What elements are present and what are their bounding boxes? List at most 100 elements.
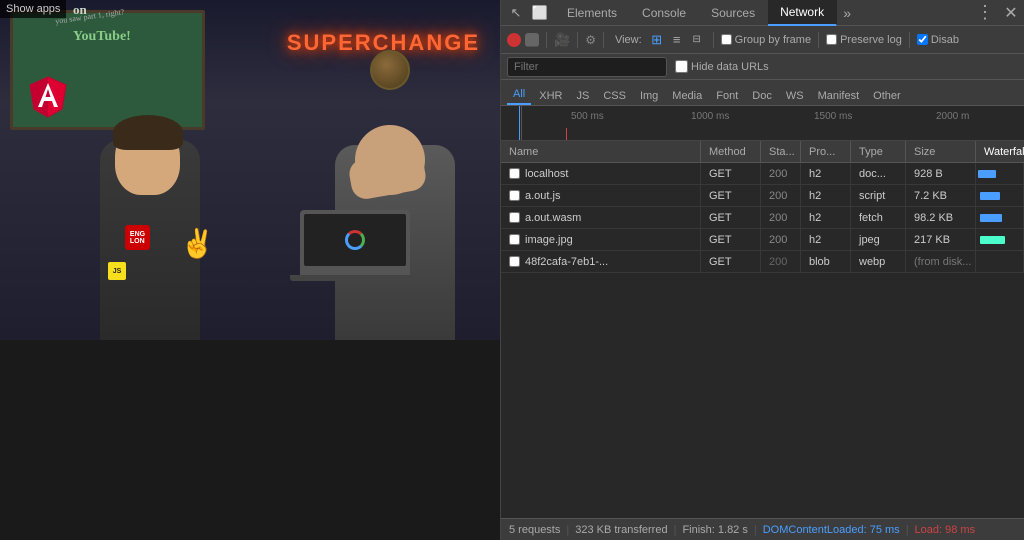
status-finish: Finish: 1.82 s: [682, 524, 747, 536]
waterfall-bar: [980, 214, 1002, 222]
row-checkbox[interactable]: [509, 212, 520, 223]
th-waterfall[interactable]: Waterfall ▲: [976, 141, 1024, 162]
res-tab-ws[interactable]: WS: [780, 87, 810, 105]
tab-network[interactable]: Network: [768, 0, 837, 26]
video-background: Subscribeon YouTube! you saw part 1, rig…: [0, 0, 500, 340]
status-load-time[interactable]: Load: 98 ms: [915, 524, 976, 536]
angular-logo-icon: [28, 75, 68, 119]
res-tab-img[interactable]: Img: [634, 87, 664, 105]
td-size: 217 KB: [906, 229, 976, 250]
td-method: GET: [701, 229, 761, 250]
td-status: 200: [761, 163, 801, 184]
td-type: doc...: [851, 163, 906, 184]
td-name: a.out.wasm: [501, 207, 701, 228]
th-name[interactable]: Name: [501, 141, 701, 162]
more-tabs-icon[interactable]: »: [837, 0, 857, 26]
res-tab-doc[interactable]: Doc: [746, 87, 778, 105]
row-checkbox[interactable]: [509, 256, 520, 267]
timeline-labels: 500 ms 1000 ms 1500 ms 2000 m: [501, 111, 1024, 131]
td-waterfall: [976, 229, 1024, 250]
td-status: 200: [761, 185, 801, 206]
separator-4: [713, 32, 714, 48]
tab-elements[interactable]: Elements: [555, 0, 630, 26]
network-table: Name Method Sta... Pro... Type Size Wate…: [501, 141, 1024, 518]
table-row[interactable]: localhost GET 200 h2 doc... 928 B: [501, 163, 1024, 185]
show-apps-label[interactable]: Show apps: [0, 0, 66, 18]
td-waterfall: [976, 163, 1024, 184]
res-tab-font[interactable]: Font: [710, 87, 744, 105]
status-dom-content-loaded[interactable]: DOMContentLoaded: 75 ms: [763, 524, 900, 536]
preserve-log-input[interactable]: [826, 34, 837, 45]
res-tab-manifest[interactable]: Manifest: [812, 87, 866, 105]
row-checkbox[interactable]: [509, 168, 520, 179]
group-by-frame-input[interactable]: [721, 34, 732, 45]
camera-icon[interactable]: 🎥: [554, 32, 570, 48]
td-method: GET: [701, 185, 761, 206]
table-row[interactable]: a.out.js GET 200 h2 script 7.2 KB: [501, 185, 1024, 207]
td-name: localhost: [501, 163, 701, 184]
td-waterfall: [976, 207, 1024, 228]
timeline-label-500: 500 ms: [571, 111, 604, 122]
devtools-close-icon[interactable]: ✕: [998, 0, 1024, 26]
devtools-left-icons: ↖ ⬜: [501, 2, 555, 24]
divider-2: |: [674, 524, 677, 536]
td-status: 200: [761, 229, 801, 250]
td-size: 98.2 KB: [906, 207, 976, 228]
th-protocol[interactable]: Pro...: [801, 141, 851, 162]
res-tab-media[interactable]: Media: [666, 87, 708, 105]
separator-6: [909, 32, 910, 48]
disable-cache-input[interactable]: [917, 34, 928, 45]
th-type[interactable]: Type: [851, 141, 906, 162]
timeline-marker-blue: [519, 128, 520, 140]
grid-view-icon[interactable]: ⊞: [648, 31, 666, 49]
cursor-icon[interactable]: ↖: [505, 2, 527, 24]
td-type: fetch: [851, 207, 906, 228]
row-checkbox[interactable]: [509, 234, 520, 245]
td-status: 200: [761, 251, 801, 272]
row-name-value: a.out.wasm: [525, 212, 581, 224]
video-bottom-content: [0, 340, 500, 540]
td-type: jpeg: [851, 229, 906, 250]
th-status[interactable]: Sta...: [761, 141, 801, 162]
res-tab-other[interactable]: Other: [867, 87, 907, 105]
td-protocol: h2: [801, 163, 851, 184]
network-toolbar: 🎥 ⚙ View: ⊞ ≡ ⊟ Group by frame Preserve …: [501, 26, 1024, 54]
th-method[interactable]: Method: [701, 141, 761, 162]
status-bar: 5 requests | 323 KB transferred | Finish…: [501, 518, 1024, 540]
table-row[interactable]: image.jpg GET 200 h2 jpeg 217 KB: [501, 229, 1024, 251]
stop-button[interactable]: [525, 33, 539, 47]
record-button[interactable]: [507, 33, 521, 47]
timeline-label-2000: 2000 m: [936, 111, 969, 122]
res-tab-js[interactable]: JS: [570, 87, 595, 105]
table-row[interactable]: 48f2cafa-7eb1-... GET 200 blob webp (fro…: [501, 251, 1024, 273]
mobile-icon[interactable]: ⬜: [529, 2, 551, 24]
waterfall-bar: [978, 170, 996, 178]
separator-2: [577, 32, 578, 48]
row-name-value: localhost: [525, 168, 568, 180]
row-name-value: image.jpg: [525, 234, 573, 246]
td-name: a.out.js: [501, 185, 701, 206]
tab-console[interactable]: Console: [630, 0, 699, 26]
separator-5: [818, 32, 819, 48]
td-size: 7.2 KB: [906, 185, 976, 206]
filter-bar: Hide data URLs: [501, 54, 1024, 80]
th-size[interactable]: Size: [906, 141, 976, 162]
res-tab-xhr[interactable]: XHR: [533, 87, 568, 105]
res-tab-css[interactable]: CSS: [597, 87, 632, 105]
table-row[interactable]: a.out.wasm GET 200 h2 fetch 98.2 KB: [501, 207, 1024, 229]
hide-data-urls-checkbox[interactable]: Hide data URLs: [675, 60, 769, 73]
filter-input[interactable]: [507, 57, 667, 77]
res-tab-all[interactable]: All: [507, 85, 531, 105]
preserve-log-checkbox[interactable]: Preserve log: [826, 34, 902, 46]
waterfall-view-icon[interactable]: ⊟: [688, 31, 706, 49]
hide-data-urls-input[interactable]: [675, 60, 688, 73]
filter-icon[interactable]: ⚙: [585, 33, 596, 47]
group-by-frame-checkbox[interactable]: Group by frame: [721, 34, 811, 46]
devtools-more-icon[interactable]: ⋮: [974, 2, 996, 24]
list-view-icon[interactable]: ≡: [668, 31, 686, 49]
disable-cache-checkbox[interactable]: Disab: [917, 34, 959, 46]
row-name-value: 48f2cafa-7eb1-...: [525, 256, 608, 268]
row-checkbox[interactable]: [509, 190, 520, 201]
td-waterfall: [976, 185, 1024, 206]
tab-sources[interactable]: Sources: [699, 0, 768, 26]
